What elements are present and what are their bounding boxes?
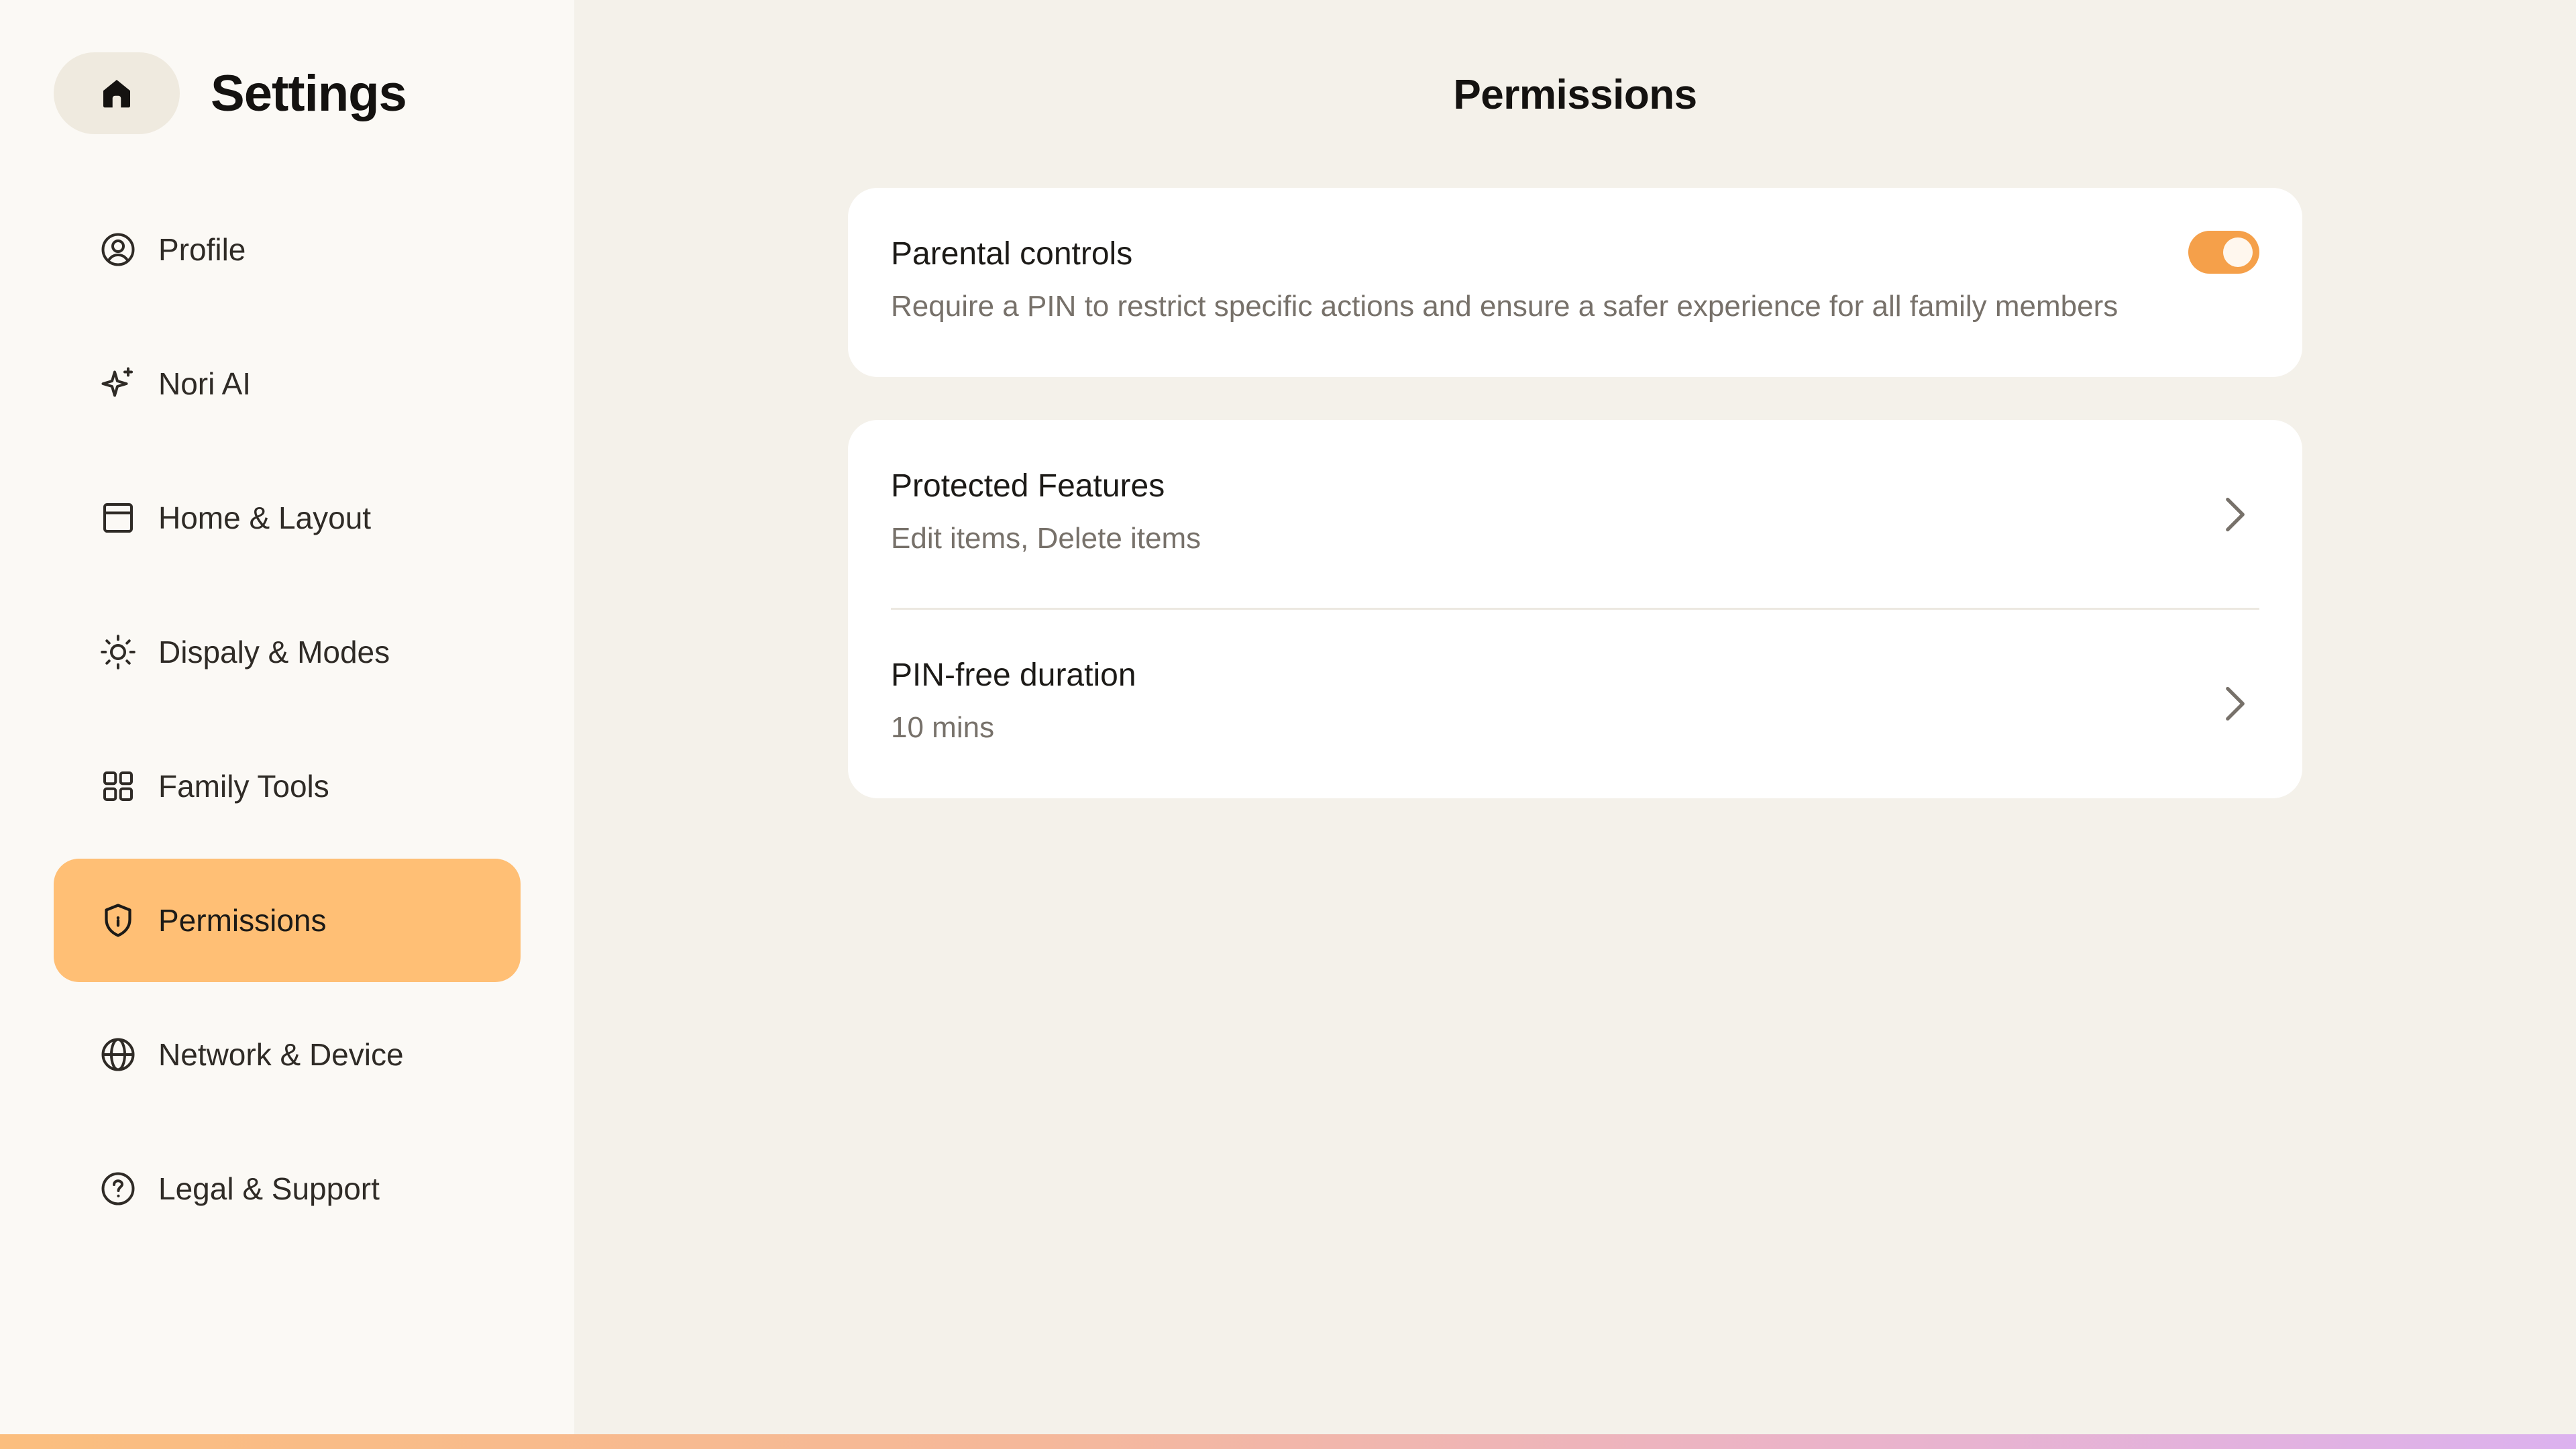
protected-features-value: Edit items, Delete items	[891, 522, 1201, 555]
bottom-gradient-bar	[0, 1434, 2576, 1449]
sidebar-item-network-device[interactable]: Network & Device	[54, 993, 521, 1116]
sidebar-item-label: Profile	[158, 232, 246, 267]
sidebar-item-label: Nori AI	[158, 366, 252, 401]
parental-controls-card: Parental controls Require a PIN to restr…	[848, 188, 2302, 377]
sidebar-item-label: Network & Device	[158, 1037, 404, 1072]
help-circle-icon	[97, 1167, 140, 1210]
sun-icon	[97, 631, 140, 674]
permissions-settings-card: Protected Features Edit items, Delete it…	[848, 420, 2302, 798]
sidebar-item-label: Family Tools	[158, 769, 329, 804]
sidebar-item-profile[interactable]: Profile	[54, 188, 521, 311]
parental-controls-toggle[interactable]	[2188, 231, 2259, 274]
sidebar-item-home-layout[interactable]: Home & Layout	[54, 456, 521, 580]
settings-title: Settings	[211, 65, 407, 122]
protected-features-row[interactable]: Protected Features Edit items, Delete it…	[848, 420, 2302, 609]
sidebar-item-legal-support[interactable]: Legal & Support	[54, 1127, 521, 1250]
page-title: Permissions	[1453, 72, 1697, 118]
sidebar-item-family-tools[interactable]: Family Tools	[54, 724, 521, 848]
layout-icon	[97, 496, 140, 539]
pin-free-duration-title: PIN-free duration	[891, 657, 1136, 693]
sidebar-item-permissions[interactable]: Permissions	[54, 859, 521, 982]
sidebar: Settings Profile Nori AI Home & Layout D…	[0, 0, 574, 1449]
sparkle-icon	[97, 362, 140, 405]
sidebar-item-label: Legal & Support	[158, 1171, 380, 1206]
chevron-right-icon	[2222, 684, 2249, 724]
home-button[interactable]	[54, 52, 180, 134]
sidebar-item-nori-ai[interactable]: Nori AI	[54, 322, 521, 445]
toggle-knob	[2223, 237, 2253, 267]
sidebar-item-label: Home & Layout	[158, 500, 372, 535]
parental-controls-title: Parental controls	[891, 236, 1133, 272]
sidebar-item-label: Permissions	[158, 903, 327, 938]
sidebar-item-label: Dispaly & Modes	[158, 635, 390, 669]
grid-icon	[97, 765, 140, 808]
user-circle-icon	[97, 228, 140, 271]
protected-features-title: Protected Features	[891, 468, 1165, 504]
chevron-right-icon	[2222, 494, 2249, 535]
globe-icon	[97, 1033, 140, 1076]
sidebar-item-display-modes[interactable]: Dispaly & Modes	[54, 590, 521, 714]
pin-free-duration-row[interactable]: PIN-free duration 10 mins	[848, 609, 2302, 798]
shield-icon	[97, 899, 140, 942]
home-icon	[103, 80, 130, 108]
parental-controls-description: Require a PIN to restrict specific actio…	[891, 290, 2118, 323]
pin-free-duration-value: 10 mins	[891, 711, 995, 744]
